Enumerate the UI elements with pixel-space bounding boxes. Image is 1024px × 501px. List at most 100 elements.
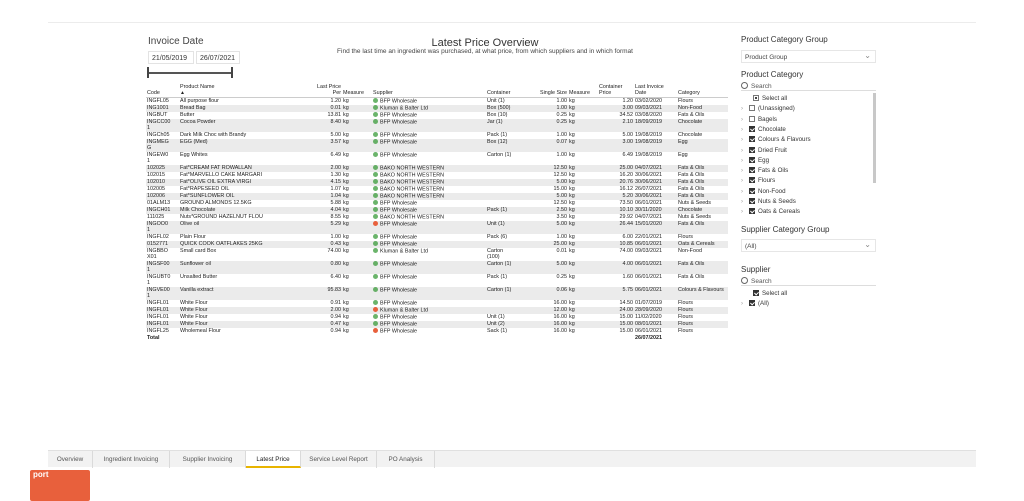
date-to-input[interactable]: 26/07/2021 [196,51,240,64]
checkbox[interactable] [749,105,755,112]
table-row[interactable]: INGFL01 White Flour 0.94 kg BFP Wholesale Uni… [146,313,728,321]
product-category-group-dropdown[interactable]: Product Group ⌄ [741,50,876,63]
col-header[interactable]: Supplier [372,84,486,98]
checkbox[interactable] [749,300,755,307]
table-row[interactable]: INGFL25 Wholemeal Flour 0.94 kg BFP Wholesal… [146,327,728,335]
table-row[interactable]: INGBBO X01 Small card Box 74.00 kg Kluman & … [146,247,728,261]
table-row[interactable]: INGEW0 1 Egg Whites 6.49 kg BFP Wholesale Car… [146,151,728,165]
chevron-right-icon[interactable]: › [741,105,749,113]
table-row[interactable]: INGMEG G EGG (Med) 3.57 kg BFP Wholesale Box … [146,138,728,152]
category-scrollbar[interactable] [873,93,876,183]
col-header[interactable]: Measure [342,84,372,98]
date-range-slider[interactable] [148,72,232,74]
chevron-right-icon[interactable]: › [741,157,749,165]
checkbox[interactable] [749,156,755,163]
table-row[interactable]: 102025 Fat*CREAM FAT ROWALLAN 2.00 kg BAKO N… [146,164,728,172]
chevron-right-icon[interactable]: › [741,198,749,206]
checkbox[interactable] [749,115,755,122]
checkbox[interactable] [753,95,759,101]
product-category-label: Nuts & Seeds [758,198,796,205]
tab-ingredient-invoicing[interactable]: Ingredient Invoicing [93,451,170,468]
tab-po-analysis[interactable]: PO Analysis [377,451,435,468]
chevron-right-icon[interactable]: › [741,208,749,216]
supplier-item[interactable]: › (All) [741,300,871,308]
chevron-right-icon[interactable]: › [741,188,749,196]
checkbox[interactable] [749,167,755,174]
checkbox[interactable] [749,136,755,143]
product-category-item[interactable]: › Dried Fruit [741,146,871,155]
product-category-search[interactable]: Search [741,82,876,91]
col-header[interactable]: Category [677,84,728,98]
supplier-category-group-dropdown[interactable]: (All) ⌄ [741,239,876,252]
col-header[interactable]: Last Price Per [310,84,342,98]
product-category-item[interactable]: › Egg [741,156,871,165]
checkbox[interactable] [749,125,755,132]
chevron-right-icon[interactable]: › [741,116,749,124]
col-header[interactable]: Container [486,84,539,98]
table-row[interactable]: INGOO0 1 Olive oil 5.29 kg BFP Wholesale Unit… [146,220,728,234]
table-cell: 8.40 [310,118,342,132]
product-category-item[interactable]: › Nuts & Seeds [741,198,871,206]
table-row[interactable]: INGFL01 White Flour 2.00 kg Kluman & Balter … [146,306,728,314]
table-row[interactable]: INGFL01 White Flour 0.47 kg BFP Wholesale Uni… [146,320,728,328]
checkbox[interactable] [749,208,755,215]
table-row[interactable]: INGCH01 Milk Chocolate 4.04 kg BFP Wholesale… [146,206,728,214]
product-category-item[interactable]: › Fats & Oils [741,167,871,175]
table-row[interactable]: INGFL05 All purpose flour 1.20 kg BFP Wholes… [146,98,728,105]
product-category-item[interactable]: › (Unassigned) [741,105,871,113]
product-category-item[interactable]: › Bagels [741,115,871,124]
product-category-item[interactable]: › Colours & Flavours [741,136,871,144]
table-row[interactable]: 102005 Fat*RAPESEED OIL 1.07 kg BAKO NORTH W… [146,185,728,193]
col-header[interactable]: Last Invoice Date [634,84,677,98]
table-row[interactable]: 102015 Fat*MARVELLO CAKE MARGARI 1.30 kg BAK… [146,171,728,179]
table-row[interactable]: 111025 Nuts*GROUND HAZELNUT FLOU 8.55 kg BAK… [146,213,728,221]
checkbox[interactable] [749,177,755,184]
product-category-item[interactable]: › Flours [741,177,871,185]
col-header[interactable]: Product Name ▲ [179,84,310,98]
table-row[interactable]: INGSF00 1 Sunflower oil 0.80 kg BFP Wholesal… [146,260,728,274]
date-from-input[interactable]: 21/05/2019 [148,51,194,64]
table-row[interactable]: INGFL01 White Flour 0.91 kg BFP Wholesale 16.… [146,299,728,307]
chevron-right-icon[interactable]: › [741,167,749,175]
slider-end-handle[interactable] [231,67,233,78]
table-cell: kg [342,286,372,300]
slider-start-handle[interactable] [147,67,149,78]
table-row[interactable]: INGCh05 Dark Milk Choc with Brandy 5.00 kg B… [146,131,728,139]
chevron-right-icon[interactable]: › [741,300,749,308]
product-category-item[interactable]: Select all [741,95,871,103]
col-header[interactable]: Single Size [539,84,568,98]
table-row[interactable]: INGUBT0 1 Unsalted Butter 6.40 kg BFP Wholes… [146,273,728,287]
chevron-right-icon[interactable]: › [741,126,749,134]
checkbox[interactable] [749,146,755,153]
table-row[interactable]: 0152771 QUICK COOK OATFLAKES 25KG 0.43 kg BF… [146,240,728,248]
tab-service-level-report[interactable]: Service Level Report [301,451,377,468]
product-category-item[interactable]: › Non-Food [741,187,871,196]
table-row[interactable]: INGBUT Butter 13.81 kg BFP Wholesale Box (10)… [146,111,728,119]
chevron-right-icon[interactable]: › [741,177,749,185]
chevron-right-icon[interactable]: › [741,136,749,144]
col-header[interactable]: Container Price [598,84,634,98]
checkbox[interactable] [753,290,759,296]
tab-supplier-invoicing[interactable]: Supplier Invoicing [170,451,246,468]
col-header[interactable]: Code [146,84,179,98]
supplier-item[interactable]: Select all [741,290,871,298]
checkbox[interactable] [749,198,755,204]
table-row[interactable]: 01ALM13 GROUND ALMONDS 12.5KG 5.88 kg BFP Wh… [146,199,728,207]
product-category-item[interactable]: › Chocolate [741,125,871,134]
col-header[interactable]: Measure [568,84,598,98]
tab-overview[interactable]: Overview [48,451,93,468]
table-row[interactable]: 102010 Fat*OLIVE OIL EXTRA VIRGI 4.15 kg BAK… [146,178,728,186]
table-row[interactable]: ING1001 Bread Bag 0.01 kg Kluman & Balter Lt… [146,104,728,112]
table-row[interactable]: 102006 Fat*SUNFLOWER OIL 1.04 kg BAKO NORTH … [146,192,728,200]
checkbox[interactable] [749,187,755,194]
table-row[interactable]: INGCC00 1 Cocoa Powder 8.40 kg BFP Wholesale… [146,118,728,132]
table-cell: 19/08/2019 [635,151,662,158]
product-category-item[interactable]: › Oats & Cereals [741,208,871,216]
table-row[interactable]: INGFL02 Plain Flour 1.00 kg BFP Wholesale Pac… [146,233,728,241]
supplier-search[interactable]: Search [741,277,876,286]
table-row[interactable]: INGVE00 1 Vanilla extract 95.83 kg BFP Whole… [146,286,728,300]
supplier-name: BFP Wholesale [380,139,418,145]
top-divider [48,22,976,23]
tab-latest-price[interactable]: Latest Price [246,451,301,468]
chevron-right-icon[interactable]: › [741,147,749,155]
